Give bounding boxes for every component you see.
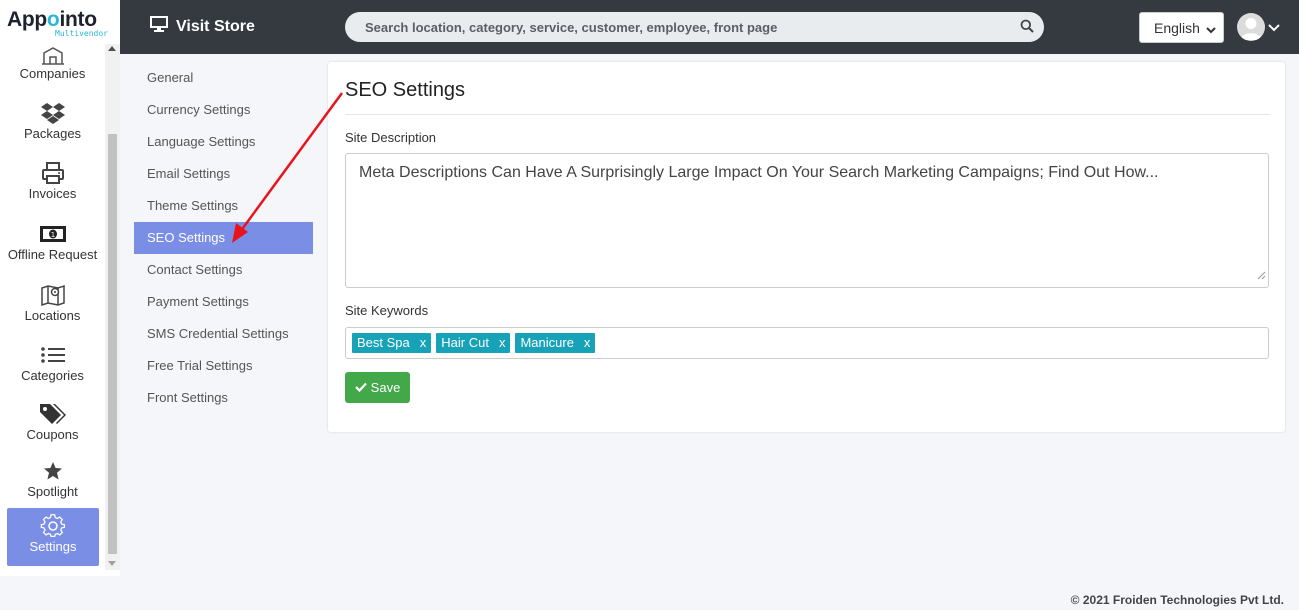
language-value: English: [1154, 20, 1200, 36]
sidebar-item-locations[interactable]: Locations: [0, 282, 105, 323]
remove-tag-button[interactable]: x: [584, 333, 591, 353]
footer-copyright: © 2021 Froiden Technologies Pvt Ltd.: [1070, 593, 1284, 607]
keyword-tag: Hair Cut x: [436, 333, 511, 353]
left-sidebar: Appointo Multivendor Companies Packages …: [0, 0, 120, 576]
list-icon: [0, 342, 105, 368]
sidebar-item-packages[interactable]: Packages: [0, 100, 105, 141]
printer-icon: [0, 160, 105, 186]
monitor-icon: [150, 16, 168, 37]
settings-link-theme[interactable]: Theme Settings: [134, 190, 313, 222]
gear-icon: [7, 513, 99, 539]
search-icon[interactable]: [1020, 19, 1034, 38]
sidebar-item-label: Locations: [24, 308, 81, 323]
sidebar-item-label: Companies: [19, 66, 86, 81]
brand-logo[interactable]: Appointo Multivendor: [0, 0, 120, 44]
site-keywords-label: Site Keywords: [345, 303, 429, 318]
scroll-down-arrow-icon[interactable]: [108, 561, 116, 566]
resize-handle-icon[interactable]: [1257, 267, 1266, 285]
seo-settings-card: SEO Settings Site Description Meta Descr…: [328, 62, 1285, 432]
sidebar-item-coupons[interactable]: Coupons: [0, 401, 105, 442]
sidebar-item-label: Packages: [23, 126, 82, 141]
settings-link-free-trial[interactable]: Free Trial Settings: [134, 350, 313, 382]
chevron-down-icon: [1206, 22, 1216, 38]
scroll-up-arrow-icon[interactable]: [108, 46, 116, 51]
sidebar-item-label: Spotlight: [27, 484, 78, 499]
sidebar-item-label: Offline Request: [7, 247, 98, 262]
sidebar-item-offline-request[interactable]: 1 Offline Request: [0, 221, 105, 262]
keyword-tag: Manicure x: [515, 333, 596, 353]
visit-store-link[interactable]: Visit Store: [150, 16, 255, 37]
site-description-value: Meta Descriptions Can Have A Surprisingl…: [359, 164, 1159, 181]
language-select[interactable]: English: [1139, 12, 1224, 43]
sidebar-item-categories[interactable]: Categories: [0, 342, 105, 383]
brand-subtitle: Multivendor: [55, 29, 108, 38]
settings-link-front[interactable]: Front Settings: [134, 382, 313, 414]
svg-text:1: 1: [50, 231, 54, 239]
star-icon: [0, 458, 105, 484]
settings-link-payment[interactable]: Payment Settings: [134, 286, 313, 318]
sidebar-item-invoices[interactable]: Invoices: [0, 160, 105, 201]
visit-store-label: Visit Store: [176, 17, 255, 35]
sidebar-item-label: Invoices: [28, 186, 77, 201]
search-placeholder: Search location, category, service, cust…: [365, 20, 778, 35]
tags-icon: [0, 401, 105, 427]
building-icon: [0, 44, 105, 66]
title-divider: [345, 114, 1270, 115]
settings-link-contact[interactable]: Contact Settings: [134, 254, 313, 286]
settings-link-general[interactable]: General: [134, 62, 313, 94]
avatar[interactable]: [1237, 13, 1265, 41]
dropbox-icon: [0, 100, 105, 126]
site-description-label: Site Description: [345, 130, 437, 145]
site-description-textarea[interactable]: Meta Descriptions Can Have A Surprisingl…: [345, 153, 1269, 288]
top-navbar: Visit Store Search location, category, s…: [120, 0, 1299, 54]
map-icon: [0, 282, 105, 308]
page-title: SEO Settings: [345, 79, 466, 101]
sidebar-scrollbar[interactable]: [105, 44, 120, 570]
settings-link-email[interactable]: Email Settings: [134, 158, 313, 190]
remove-tag-button[interactable]: x: [420, 333, 427, 353]
money-icon: 1: [0, 221, 105, 247]
save-button[interactable]: Save: [345, 372, 410, 403]
settings-link-seo[interactable]: SEO Settings: [134, 222, 313, 254]
sidebar-item-settings[interactable]: Settings: [7, 508, 99, 566]
sidebar-item-label: Coupons: [26, 427, 79, 442]
keyword-tag: Best Spa x: [352, 333, 432, 353]
remove-tag-button[interactable]: x: [499, 333, 506, 353]
check-icon: [354, 380, 367, 395]
sidebar-item-spotlight[interactable]: Spotlight: [0, 458, 105, 499]
settings-link-currency[interactable]: Currency Settings: [134, 94, 313, 126]
user-menu-chevron-icon[interactable]: [1268, 20, 1280, 38]
settings-link-language[interactable]: Language Settings: [134, 126, 313, 158]
scrollbar-thumb[interactable]: [108, 134, 117, 554]
sidebar-item-label: Categories: [21, 368, 84, 383]
settings-link-sms[interactable]: SMS Credential Settings: [134, 318, 313, 350]
search-input[interactable]: Search location, category, service, cust…: [345, 12, 1044, 42]
save-label: Save: [370, 380, 401, 395]
sidebar-item-label: Settings: [29, 539, 77, 554]
sidebar-item-companies[interactable]: Companies: [0, 44, 105, 81]
site-keywords-input[interactable]: Best Spa x Hair Cut x Manicure x: [345, 327, 1269, 359]
